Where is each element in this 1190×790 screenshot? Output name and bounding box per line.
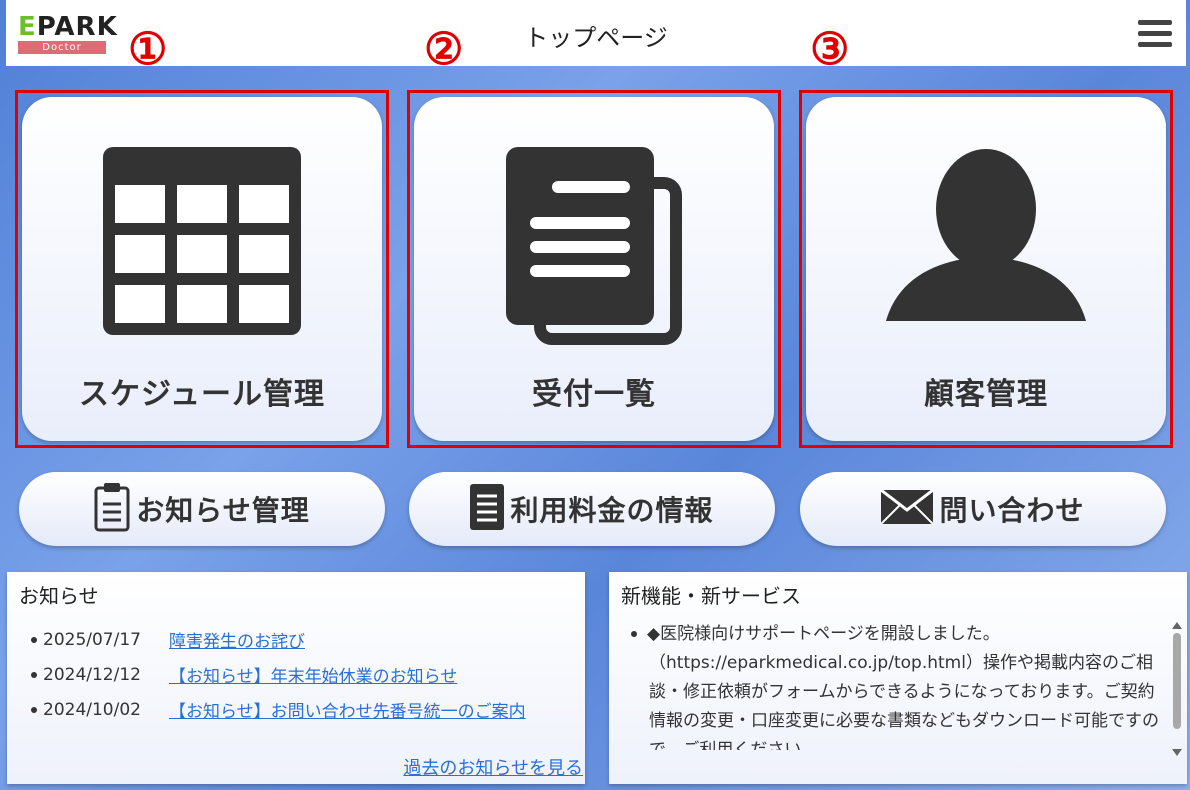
document-list-icon	[506, 147, 682, 349]
tile-label-schedule: スケジュール管理	[79, 377, 325, 412]
bullet-icon	[631, 631, 637, 637]
header-bar: EPARK Doctor トップページ	[6, 0, 1186, 66]
highlight-frame-schedule: スケジュール管理	[15, 90, 389, 448]
contact-label: 問い合わせ	[939, 494, 1085, 527]
tile-label-customer: 顧客管理	[924, 377, 1048, 412]
news-list: 2025/07/17 障害発生のお詫び 2024/12/12 【お知らせ】年末年…	[31, 622, 526, 727]
news-item: 2024/12/12 【お知らせ】年末年始休業のお知らせ	[31, 657, 526, 692]
news-date: 2024/12/12	[43, 664, 141, 685]
notice-management-button[interactable]: お知らせ管理	[19, 472, 385, 546]
clipboard-icon	[94, 482, 130, 536]
bullet-icon	[31, 671, 37, 678]
news-date: 2025/07/17	[43, 629, 141, 650]
envelope-icon	[880, 488, 935, 528]
bullet-icon	[31, 636, 37, 643]
fee-info-label: 利用料金の情報	[510, 494, 714, 527]
new-services-panel: 新機能・新サービス ◆医院様向けサポートページを開設しました。（https://…	[609, 572, 1187, 784]
scroll-thumb[interactable]	[1173, 633, 1181, 729]
services-scrollbar[interactable]	[1171, 622, 1183, 756]
news-panel-title: お知らせ	[19, 584, 99, 608]
news-item: 2024/10/02 【お知らせ】お問い合わせ先番号統一のご案内	[31, 692, 526, 727]
notice-management-label: お知らせ管理	[136, 494, 310, 527]
hamburger-menu-icon[interactable]	[1138, 20, 1172, 48]
scroll-up-arrow-icon[interactable]	[1172, 622, 1182, 629]
new-services-text: ◆医院様向けサポートページを開設しました。（https://eparkmedic…	[647, 624, 1159, 750]
new-services-title: 新機能・新サービス	[621, 584, 801, 608]
highlight-frame-customer: 顧客管理	[799, 90, 1173, 448]
calendar-grid-icon	[103, 147, 301, 339]
news-date: 2024/10/02	[43, 699, 141, 720]
bullet-icon	[31, 706, 37, 713]
customer-management-button[interactable]: 顧客管理	[806, 97, 1166, 441]
news-link[interactable]: 【お知らせ】年末年始休業のお知らせ	[169, 662, 457, 687]
scroll-down-arrow-icon[interactable]	[1172, 749, 1182, 756]
fee-info-button[interactable]: 利用料金の情報	[409, 472, 775, 546]
callout-number-3: ③	[810, 24, 850, 75]
news-link[interactable]: 障害発生のお詫び	[169, 627, 305, 652]
news-link[interactable]: 【お知らせ】お問い合わせ先番号統一のご案内	[169, 697, 526, 722]
document-icon	[470, 484, 505, 534]
tile-label-reception: 受付一覧	[532, 377, 656, 412]
schedule-management-button[interactable]: スケジュール管理	[22, 97, 382, 441]
contact-button[interactable]: 問い合わせ	[800, 472, 1166, 546]
news-item: 2025/07/17 障害発生のお詫び	[31, 622, 526, 657]
past-news-link[interactable]: 過去のお知らせを見る	[403, 754, 583, 780]
news-panel: お知らせ 2025/07/17 障害発生のお詫び 2024/12/12 【お知ら…	[7, 572, 585, 784]
highlight-frame-reception: 受付一覧	[407, 90, 781, 448]
reception-list-button[interactable]: 受付一覧	[414, 97, 774, 441]
new-services-content: ◆医院様向けサポートページを開設しました。（https://eparkmedic…	[627, 620, 1167, 750]
callout-number-1: ①	[128, 24, 168, 75]
callout-number-2: ②	[424, 24, 464, 75]
person-icon	[886, 147, 1086, 327]
page-title: トップページ	[524, 24, 668, 52]
